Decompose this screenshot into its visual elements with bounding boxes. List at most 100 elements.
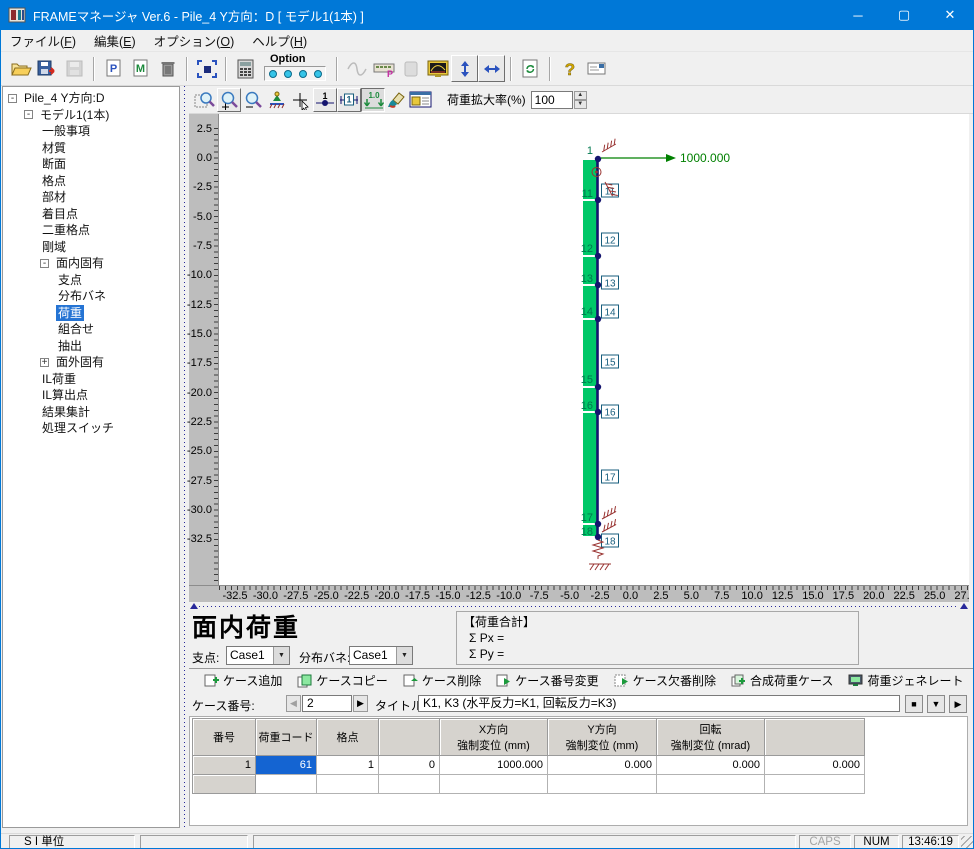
tree-item-label[interactable]: 処理スイッチ	[40, 420, 116, 437]
empty-cell[interactable]	[256, 775, 317, 794]
node-number-icon[interactable]: 1	[313, 88, 337, 112]
tree-item[interactable]: 分布バネ	[3, 288, 179, 305]
doc-m-icon[interactable]: M	[127, 55, 154, 82]
paint-icon[interactable]	[385, 88, 409, 112]
tree-item-label[interactable]: IL算出点	[40, 387, 90, 404]
menu-edit[interactable]: 編集(E)	[85, 31, 145, 50]
empty-cell[interactable]	[440, 775, 548, 794]
load-scale-input[interactable]: 100	[531, 91, 573, 109]
tree-item[interactable]: 支点	[3, 272, 179, 289]
collapse-icon[interactable]: -	[40, 259, 49, 268]
tree-item[interactable]: + 面外固有	[3, 354, 179, 371]
maximize-button[interactable]: ▢	[881, 0, 927, 30]
resize-grip[interactable]	[961, 836, 973, 848]
cell[interactable]: 0.000	[548, 756, 657, 775]
cell[interactable]: 0	[379, 756, 440, 775]
open-file-icon[interactable]	[7, 55, 34, 82]
case-renumber-button[interactable]: ケース番号変更	[496, 672, 598, 689]
minimize-button[interactable]: ─	[835, 0, 881, 30]
frame-edit-icon[interactable]	[193, 55, 220, 82]
case-number-field[interactable]: 2	[302, 695, 352, 712]
chevron-down-icon[interactable]: ▼	[396, 647, 412, 664]
option-radio-dots[interactable]	[264, 66, 326, 81]
menu-option[interactable]: オプション(O)	[145, 31, 244, 50]
tree-item[interactable]: 結果集計	[3, 404, 179, 421]
help-icon[interactable]: ?	[556, 55, 583, 82]
cell[interactable]: 1	[317, 756, 379, 775]
tree-item[interactable]: 材質	[3, 140, 179, 157]
tree-item[interactable]: 二重格点	[3, 222, 179, 239]
keyboard-p-icon[interactable]: P	[370, 55, 397, 82]
tree-item[interactable]: 断面	[3, 156, 179, 173]
tree-item-label[interactable]: 格点	[40, 173, 68, 190]
case-purge-button[interactable]: ケース欠番削除	[614, 672, 716, 689]
model-canvas[interactable]: 1111112121313141415151616171718181000.00…	[219, 114, 969, 585]
zoom-window-icon[interactable]	[193, 88, 217, 112]
empty-cell[interactable]	[379, 775, 440, 794]
empty-cell[interactable]	[548, 775, 657, 794]
select-cursor-icon[interactable]	[289, 88, 313, 112]
menu-help[interactable]: ヘルプ(H)	[243, 31, 316, 50]
expand-icon[interactable]: +	[40, 358, 49, 367]
tree-item[interactable]: 荷重	[3, 305, 179, 322]
empty-cell[interactable]	[657, 775, 765, 794]
tree-item[interactable]: -Pile_4 Y方向:D	[3, 90, 179, 107]
tree-item-label[interactable]: 材質	[40, 140, 68, 157]
layout-panel-icon[interactable]	[409, 88, 433, 112]
tree-item-label[interactable]: 面外固有	[54, 354, 106, 371]
case-generate-button[interactable]: 荷重ジェネレート	[848, 672, 963, 689]
tree-item[interactable]: -モデル1(1本)	[3, 107, 179, 124]
play-button[interactable]: ▶	[949, 695, 967, 713]
save-model-icon[interactable]	[34, 55, 61, 82]
tree-item-label[interactable]: モデル1(1本)	[38, 107, 111, 124]
tree-item-label[interactable]: 部材	[40, 189, 68, 206]
stop-button[interactable]: ■	[905, 695, 923, 713]
cell[interactable]: 0.000	[657, 756, 765, 775]
tree-item-label[interactable]: 分布バネ	[56, 288, 108, 305]
cell[interactable]: 1000.000	[440, 756, 548, 775]
tree-item[interactable]: 剛域	[3, 239, 179, 256]
tree-item-label[interactable]: 面内固有	[54, 255, 106, 272]
spring-case-select[interactable]: Case1 ▼	[349, 646, 413, 665]
calculator-icon[interactable]	[232, 55, 259, 82]
spin-up-icon[interactable]: ▲	[574, 91, 587, 100]
tree-item[interactable]: 組合せ	[3, 321, 179, 338]
collapse-icon[interactable]: -	[8, 94, 17, 103]
case-delete-button[interactable]: ケース削除	[403, 672, 481, 689]
tree-item-label[interactable]: Pile_4 Y方向:D	[22, 90, 106, 107]
refresh-doc-icon[interactable]	[517, 55, 544, 82]
monitor-chart-icon[interactable]	[424, 55, 451, 82]
menu-file[interactable]: ファイル(F)	[1, 31, 85, 50]
option-group[interactable]: Option	[262, 55, 328, 82]
tree-item-label[interactable]: 断面	[40, 156, 68, 173]
wave-icon[interactable]	[343, 55, 370, 82]
zoom-out-icon[interactable]	[241, 88, 265, 112]
empty-cell[interactable]	[193, 775, 256, 794]
spin-down-icon[interactable]: ▼	[574, 100, 587, 109]
zoom-in-icon[interactable]	[217, 88, 241, 112]
fit-horizontal-icon[interactable]	[478, 55, 505, 82]
tree-item[interactable]: IL算出点	[3, 387, 179, 404]
tree-item-label[interactable]: 抽出	[56, 338, 84, 355]
empty-cell[interactable]	[765, 775, 865, 794]
close-button[interactable]: ✕	[927, 0, 973, 30]
load-display-icon[interactable]: 1.0	[361, 88, 385, 112]
cell[interactable]: 0.000	[765, 756, 865, 775]
tree-item[interactable]: 着目点	[3, 206, 179, 223]
support-case-select[interactable]: Case1 ▼	[226, 646, 290, 665]
case-title-field[interactable]: K1, K3 (水平反力=K1, 回転反力=K3)	[418, 695, 900, 712]
tree-item-label[interactable]: 剛域	[40, 239, 68, 256]
tree-item-label[interactable]: 二重格点	[40, 222, 92, 239]
case-add-button[interactable]: ケース追加	[204, 672, 282, 689]
door-icon[interactable]	[397, 55, 424, 82]
tree-item[interactable]: -面内固有	[3, 255, 179, 272]
chevron-down-icon[interactable]: ▼	[273, 647, 289, 664]
support-display-icon[interactable]	[265, 88, 289, 112]
member-number-icon[interactable]: 1	[337, 88, 361, 112]
case-copy-button[interactable]: ケースコピー	[297, 672, 387, 689]
delete-icon[interactable]	[154, 55, 181, 82]
tree-item-label[interactable]: IL荷重	[40, 371, 78, 388]
save-icon[interactable]	[61, 55, 88, 82]
tree-item[interactable]: 抽出	[3, 338, 179, 355]
case-merge-button[interactable]: 合成荷重ケース	[731, 672, 833, 689]
